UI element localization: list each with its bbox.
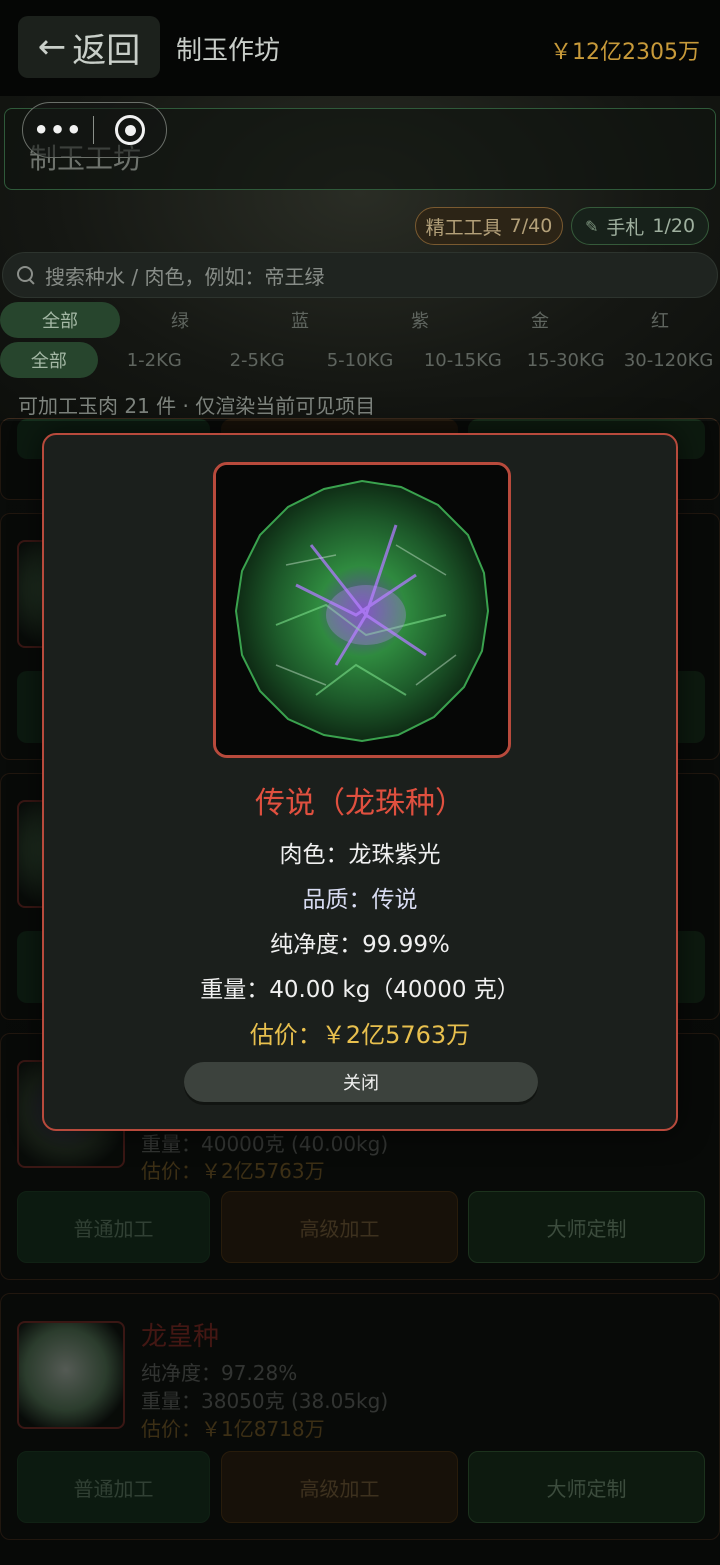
search-icon: [17, 266, 35, 284]
search-input[interactable]: 搜索种水 / 肉色，例如：帝王绿: [2, 252, 718, 298]
item-count-text: 可加工玉肉 21 件 · 仅渲染当前可见项目: [18, 394, 376, 418]
top-bar: ← 返回 制玉作坊 ￥12亿2305万: [0, 0, 720, 96]
tools-count: 7/40: [509, 215, 553, 237]
color-filter-purple[interactable]: 紫: [360, 302, 480, 338]
weight-filter-all[interactable]: 全部: [0, 342, 98, 378]
search-placeholder: 搜索种水 / 肉色，例如：帝王绿: [45, 264, 325, 289]
flesh-color-label: 肉色：: [279, 842, 349, 868]
scroll-icon: ✎: [584, 216, 599, 236]
notes-count: 1/20: [652, 215, 696, 237]
weight-filter-5-10kg[interactable]: 5-10KG: [309, 342, 412, 378]
purity-line: 纯净度：99.99%: [270, 932, 450, 958]
notes-chip[interactable]: ✎ 手札 1/20: [571, 207, 709, 245]
color-filter-red[interactable]: 红: [600, 302, 720, 338]
weight-filter-10-15kg[interactable]: 10-15KG: [411, 342, 514, 378]
weight-filter-1-2kg[interactable]: 1-2KG: [103, 342, 206, 378]
color-filter-row: 全部 绿 蓝 紫 金 红: [0, 302, 720, 338]
quality-value: 传说: [371, 887, 418, 913]
miniprogram-capsule: •••: [22, 102, 167, 158]
balance-display: ￥12亿2305万: [550, 40, 700, 65]
weight-filter-30-120kg[interactable]: 30-120KG: [617, 342, 720, 378]
weight-line: 重量：40.00 kg（40000 克）: [200, 977, 520, 1003]
flesh-color-line: 肉色：龙珠紫光: [44, 835, 676, 869]
target-icon[interactable]: [94, 115, 166, 145]
back-button[interactable]: ← 返回: [18, 16, 160, 78]
tools-label: 精工工具: [425, 216, 502, 239]
color-filter-blue[interactable]: 蓝: [240, 302, 360, 338]
notes-label: 手札: [606, 216, 645, 239]
flesh-color-value: 龙珠紫光: [348, 842, 441, 868]
weight-filter-2-5kg[interactable]: 2-5KG: [206, 342, 309, 378]
more-dots-icon[interactable]: •••: [23, 116, 93, 144]
color-filter-green[interactable]: 绿: [120, 302, 240, 338]
jade-detail-modal: 传说（龙珠种） 肉色：龙珠紫光 品质：传说 纯净度：99.99% 重量：40.0…: [42, 433, 678, 1131]
price-line: 估价：￥2亿5763万: [249, 1021, 471, 1049]
jade-grade-title: 传说（龙珠种）: [255, 786, 465, 821]
jade-image: [213, 462, 511, 758]
back-arrow-icon: ←: [37, 27, 67, 67]
weight-filter-15-30kg[interactable]: 15-30KG: [514, 342, 617, 378]
tools-chip[interactable]: 精工工具 7/40: [415, 207, 563, 245]
close-button[interactable]: 关闭: [184, 1062, 538, 1102]
color-filter-gold[interactable]: 金: [480, 302, 600, 338]
page-title: 制玉作坊: [176, 36, 281, 66]
quality-line: 品质：传说: [44, 880, 676, 914]
weight-filter-row: 全部 1-2KG 2-5KG 5-10KG 10-15KG 15-30KG 30…: [0, 342, 720, 378]
back-label: 返回: [72, 30, 141, 71]
color-filter-all[interactable]: 全部: [0, 302, 120, 338]
quality-label: 品质：: [302, 887, 372, 913]
